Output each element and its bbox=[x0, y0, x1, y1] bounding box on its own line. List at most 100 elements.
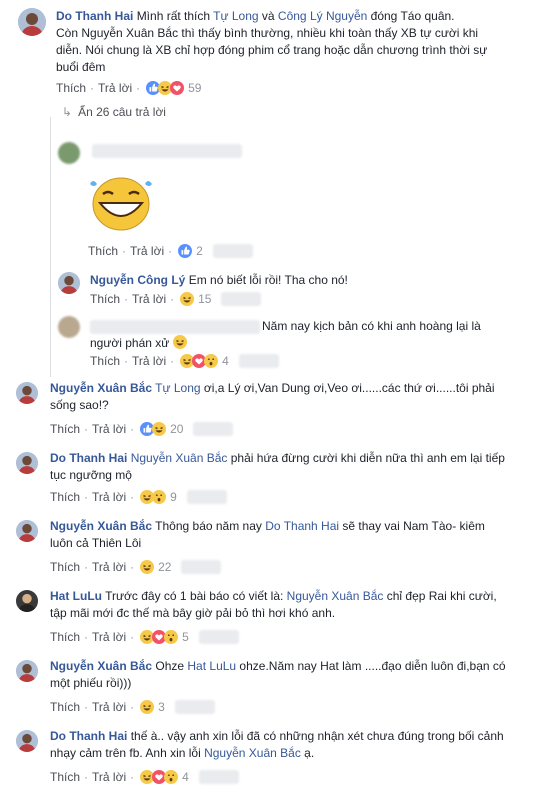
comment: Hat LuLu Trước đây có 1 bài báo có viết … bbox=[0, 586, 550, 650]
reply-button[interactable]: Trả lời bbox=[132, 354, 166, 368]
author-name[interactable]: Do Thanh Hai bbox=[50, 729, 127, 743]
like-button[interactable]: Thích bbox=[50, 700, 80, 714]
mention-link[interactable]: Nguyễn Xuân Bắc bbox=[204, 746, 301, 760]
hide-replies-toggle[interactable]: ↳ Ẩn 26 câu trả lời bbox=[62, 105, 166, 119]
like-button[interactable]: Thích bbox=[50, 560, 80, 574]
blurred-timestamp bbox=[181, 560, 222, 574]
mention-link[interactable]: Tự Long bbox=[213, 9, 258, 23]
reactions[interactable] bbox=[178, 244, 190, 258]
like-button[interactable]: Thích bbox=[56, 81, 86, 95]
comment-text: Thông báo năm nay bbox=[155, 519, 266, 533]
laughing-face-icon bbox=[90, 177, 152, 231]
separator: · bbox=[90, 81, 95, 95]
reactions[interactable] bbox=[140, 770, 176, 784]
text-part: và bbox=[258, 9, 278, 23]
reactions[interactable] bbox=[180, 354, 216, 368]
avatar[interactable] bbox=[16, 382, 38, 404]
like-button[interactable]: Thích bbox=[90, 354, 120, 368]
author-name[interactable]: Nguyễn Xuân Bắc bbox=[50, 381, 152, 395]
like-button[interactable]: Thích bbox=[90, 292, 120, 306]
author-name[interactable]: Hat LuLu bbox=[50, 589, 102, 603]
reaction-count: 4 bbox=[222, 354, 229, 368]
comment-text: Mình rất thích Tự Long và Công Lý Nguyễn… bbox=[137, 9, 455, 23]
avatar[interactable] bbox=[58, 142, 80, 164]
reply-button[interactable]: Trả lời bbox=[130, 244, 164, 258]
comment-text: Năm nay kịch bản có khi anh hoàng lại là… bbox=[90, 319, 481, 350]
mention-link[interactable]: Do Thanh Hai bbox=[265, 519, 339, 533]
reactions[interactable] bbox=[146, 81, 182, 95]
like-button[interactable]: Thích bbox=[50, 422, 80, 436]
like-button[interactable]: Thích bbox=[50, 770, 80, 784]
reply-button[interactable]: Trả lời bbox=[92, 770, 126, 784]
separator: · bbox=[130, 490, 135, 504]
separator: · bbox=[170, 354, 175, 368]
reactions[interactable] bbox=[140, 700, 152, 714]
like-button[interactable]: Thích bbox=[50, 490, 80, 504]
comment-actions: Thích · Trả lời · 4 bbox=[50, 770, 239, 784]
comment-actions: Thích · Trả lời · 4 bbox=[90, 354, 279, 368]
avatar[interactable] bbox=[58, 316, 80, 338]
reply-button[interactable]: Trả lời bbox=[98, 81, 132, 95]
comment-text: Trước đây có 1 bài báo có viết là: bbox=[105, 589, 287, 603]
avatar[interactable] bbox=[16, 660, 38, 682]
haha-reaction-icon bbox=[152, 422, 166, 436]
sticker-image bbox=[86, 170, 156, 234]
avatar[interactable] bbox=[16, 590, 38, 612]
blurred-timestamp bbox=[198, 630, 239, 644]
comment-body: Nguyễn Xuân Bắc Tự Long ơi,a Lý ơi,Van D… bbox=[50, 380, 510, 414]
separator: · bbox=[84, 700, 89, 714]
mention-link[interactable]: Hat LuLu bbox=[187, 659, 236, 673]
reaction-count: 5 bbox=[182, 630, 189, 644]
avatar[interactable] bbox=[18, 8, 46, 36]
mention-link[interactable]: Công Lý Nguyễn bbox=[278, 9, 367, 23]
blurred-timestamp bbox=[193, 422, 234, 436]
comment-body: Nguyễn Công Lý Em nó biết lỗi rồi! Tha c… bbox=[90, 272, 490, 289]
avatar[interactable] bbox=[16, 730, 38, 752]
reply-blurred: Thích · Trả lời · 2 bbox=[0, 130, 550, 260]
text-part: Mình rất thích bbox=[136, 9, 214, 23]
reply-arrow-icon: ↳ bbox=[62, 105, 73, 119]
reply-button[interactable]: Trả lời bbox=[92, 700, 126, 714]
reaction-count: 9 bbox=[170, 490, 177, 504]
reply-button[interactable]: Trả lời bbox=[92, 630, 126, 644]
reactions[interactable] bbox=[140, 560, 152, 574]
separator: · bbox=[84, 490, 89, 504]
mention-link[interactable]: Nguyễn Xuân Bắc bbox=[131, 451, 228, 465]
haha-reaction-icon bbox=[180, 292, 194, 306]
reply-blurred: Năm nay kịch bản có khi anh hoàng lại là… bbox=[0, 314, 550, 372]
like-button[interactable]: Thích bbox=[88, 244, 118, 258]
comment-actions: Thích · Trả lời · 15 bbox=[90, 292, 262, 306]
reply-button[interactable]: Trả lời bbox=[92, 422, 126, 436]
separator: · bbox=[130, 770, 135, 784]
like-button[interactable]: Thích bbox=[50, 630, 80, 644]
mention-link[interactable]: Tự Long bbox=[155, 381, 200, 395]
reactions[interactable] bbox=[180, 292, 192, 306]
mention-link[interactable]: Nguyễn Xuân Bắc bbox=[287, 589, 384, 603]
author-name[interactable]: Nguyễn Xuân Bắc bbox=[50, 659, 152, 673]
reply-button[interactable]: Trả lời bbox=[92, 490, 126, 504]
like-reaction-icon bbox=[178, 244, 192, 258]
separator: · bbox=[136, 81, 141, 95]
author-name[interactable]: Nguyễn Công Lý bbox=[90, 273, 185, 287]
author-name[interactable]: Do Thanh Hai bbox=[50, 451, 127, 465]
blurred-timestamp bbox=[221, 292, 262, 306]
author-name[interactable]: Do Thanh Hai bbox=[56, 9, 133, 23]
avatar[interactable] bbox=[16, 520, 38, 542]
reply-button[interactable]: Trả lời bbox=[92, 560, 126, 574]
hide-replies-label: Ẩn 26 câu trả lời bbox=[78, 105, 166, 119]
author-name[interactable]: Nguyễn Xuân Bắc bbox=[50, 519, 152, 533]
comment-actions: Thích · Trả lời · 22 bbox=[50, 560, 222, 574]
comment-body: Nguyễn Xuân Bắc Ohze Hat LuLu ohze.Năm n… bbox=[50, 658, 510, 692]
comment-body: Nguyễn Xuân Bắc Thông báo năm nay Do Tha… bbox=[50, 518, 510, 552]
comment-text-cont: Còn Nguyễn Xuân Bắc thì thấy bình thường… bbox=[56, 26, 488, 74]
reactions[interactable] bbox=[140, 422, 164, 436]
reactions[interactable] bbox=[140, 490, 164, 504]
reaction-count: 2 bbox=[196, 244, 203, 258]
reply-button[interactable]: Trả lời bbox=[132, 292, 166, 306]
wow-reaction-icon bbox=[204, 354, 218, 368]
reaction-count: 15 bbox=[198, 292, 212, 306]
avatar[interactable] bbox=[58, 272, 80, 294]
reactions[interactable] bbox=[140, 630, 176, 644]
comment: Nguyễn Xuân Bắc Thông báo năm nay Do Tha… bbox=[0, 516, 550, 580]
avatar[interactable] bbox=[16, 452, 38, 474]
